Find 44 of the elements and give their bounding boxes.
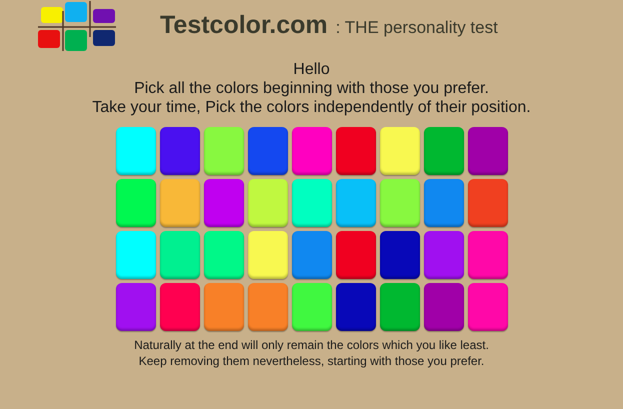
- color-tile[interactable]: [116, 179, 156, 227]
- color-tile[interactable]: [380, 127, 420, 175]
- color-tile[interactable]: [468, 283, 508, 331]
- color-tile[interactable]: [204, 127, 244, 175]
- color-tile[interactable]: [468, 231, 508, 279]
- color-tile[interactable]: [204, 231, 244, 279]
- color-tile[interactable]: [248, 179, 288, 227]
- color-tile[interactable]: [380, 179, 420, 227]
- color-tile[interactable]: [424, 231, 464, 279]
- color-tile[interactable]: [292, 127, 332, 175]
- color-tile[interactable]: [424, 179, 464, 227]
- intro-text: Pick all the colors beginning with those you prefer.: [134, 79, 489, 98]
- color-tile[interactable]: [204, 283, 244, 331]
- color-tile[interactable]: [248, 283, 288, 331]
- color-tile[interactable]: [336, 231, 376, 279]
- color-tile[interactable]: [292, 231, 332, 279]
- instruction-text: Keep removing them nevertheless, starting with those you prefer.: [138, 353, 484, 369]
- color-tile[interactable]: [204, 179, 244, 227]
- color-tile[interactable]: [380, 231, 420, 279]
- color-tile[interactable]: [336, 127, 376, 175]
- tagline: : THE personality test: [336, 17, 498, 40]
- color-tile[interactable]: [116, 283, 156, 331]
- site-title: Testcolor.com: [160, 10, 328, 42]
- color-tile[interactable]: [336, 179, 376, 227]
- instruction-text: Naturally at the end will only remain the colors which you like least.: [134, 337, 489, 353]
- color-tile[interactable]: [116, 231, 156, 279]
- color-tile[interactable]: [468, 127, 508, 175]
- color-tile[interactable]: [380, 283, 420, 331]
- color-tile[interactable]: [116, 127, 156, 175]
- intro-text: Take your time, Pick the colors independently of their position.: [92, 98, 531, 117]
- color-tile[interactable]: [160, 283, 200, 331]
- color-tile[interactable]: [424, 127, 464, 175]
- color-tile[interactable]: [336, 283, 376, 331]
- intro-text: Hello: [293, 60, 330, 79]
- color-tile[interactable]: [248, 127, 288, 175]
- color-tile[interactable]: [160, 231, 200, 279]
- color-tile[interactable]: [160, 127, 200, 175]
- color-tile[interactable]: [468, 179, 508, 227]
- color-tile[interactable]: [248, 231, 288, 279]
- color-tile[interactable]: [424, 283, 464, 331]
- color-tile[interactable]: [160, 179, 200, 227]
- color-tile[interactable]: [292, 283, 332, 331]
- logo-icon: [38, 1, 116, 51]
- color-tile[interactable]: [292, 179, 332, 227]
